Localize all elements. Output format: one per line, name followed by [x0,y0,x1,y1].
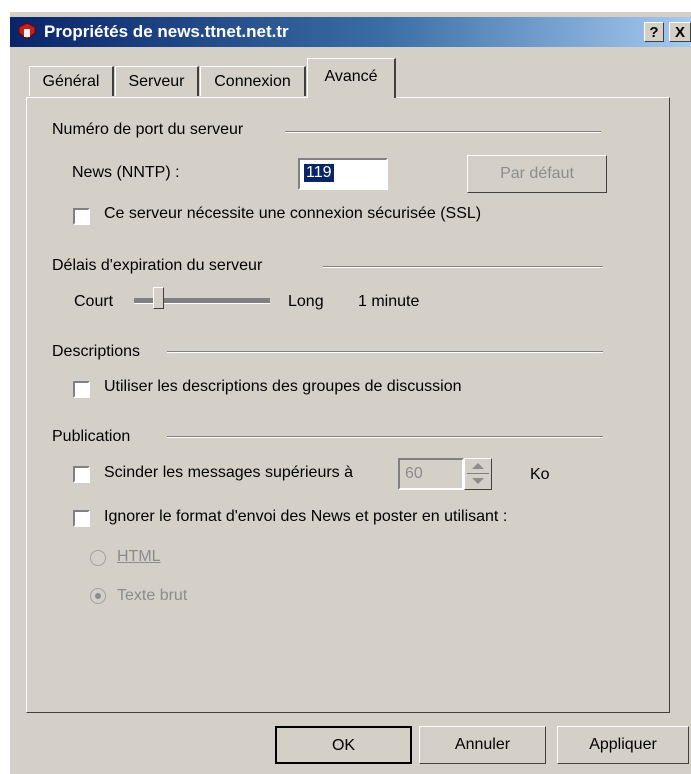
ignore-format-label: Ignorer le format d'envoi des News et po… [104,508,508,525]
spinner-divider [467,473,489,474]
split-unit-label: Ko [530,466,550,483]
group-title-publication: Publication [52,428,131,445]
group-divider [167,351,603,353]
split-size-input[interactable]: 60 [398,458,464,490]
split-size-spinner[interactable] [464,458,492,490]
spin-down-icon[interactable] [472,478,484,484]
ignore-format-checkbox[interactable] [73,510,90,527]
ok-label: OK [331,737,356,754]
descriptions-checkbox[interactable] [73,381,90,398]
window-title: Propriétés de news.ttnet.net.tr [44,22,289,41]
radio-selected-dot [95,593,101,599]
tab-connection[interactable]: Connexion [200,66,306,96]
split-size-value: 60 [405,465,423,482]
ok-button[interactable]: OK [275,726,412,764]
radio-plain-text[interactable] [90,588,106,604]
help-button[interactable]: ? [644,22,664,42]
news-nntp-label: News (NNTP) : [72,164,180,181]
ssl-label: Ce serveur nécessite une connexion sécur… [104,205,482,222]
timeout-value: 1 minute [358,293,420,310]
ssl-checkbox[interactable] [73,208,90,225]
group-title-timeout: Délais d'expiration du serveur [52,257,263,274]
close-button[interactable]: X [669,22,691,42]
split-messages-label: Scinder les messages supérieurs à [104,464,354,481]
group-title-descriptions: Descriptions [52,343,141,360]
split-messages-checkbox[interactable] [73,466,90,483]
tab-general[interactable]: Général [29,66,114,96]
default-port-button[interactable]: Par défaut [467,155,607,193]
port-value: 119 [304,164,334,182]
default-port-label: Par défaut [500,165,574,182]
radio-plain-text-label: Texte brut [117,587,188,604]
slider-long-label: Long [288,293,324,310]
group-divider [285,131,601,133]
news-port-input[interactable]: 119 [298,158,388,190]
tab-advanced[interactable]: Avancé [307,58,396,98]
group-divider [167,436,603,438]
apply-label: Appliquer [589,736,657,753]
group-title-port: Numéro de port du serveur [52,121,244,138]
radio-html[interactable] [90,550,106,566]
group-divider [323,266,603,268]
slider-short-label: Court [74,293,114,310]
cancel-label: Annuler [454,736,511,753]
cancel-button[interactable]: Annuler [419,726,546,764]
timeout-slider-thumb[interactable] [152,287,164,309]
apply-button[interactable]: Appliquer [557,726,689,764]
radio-html-label: HTML [117,548,161,565]
tab-server[interactable]: Serveur [115,66,199,96]
spin-up-icon[interactable] [472,463,484,469]
newsgroup-icon [16,21,38,43]
descriptions-label: Utiliser les descriptions des groupes de… [104,378,462,395]
